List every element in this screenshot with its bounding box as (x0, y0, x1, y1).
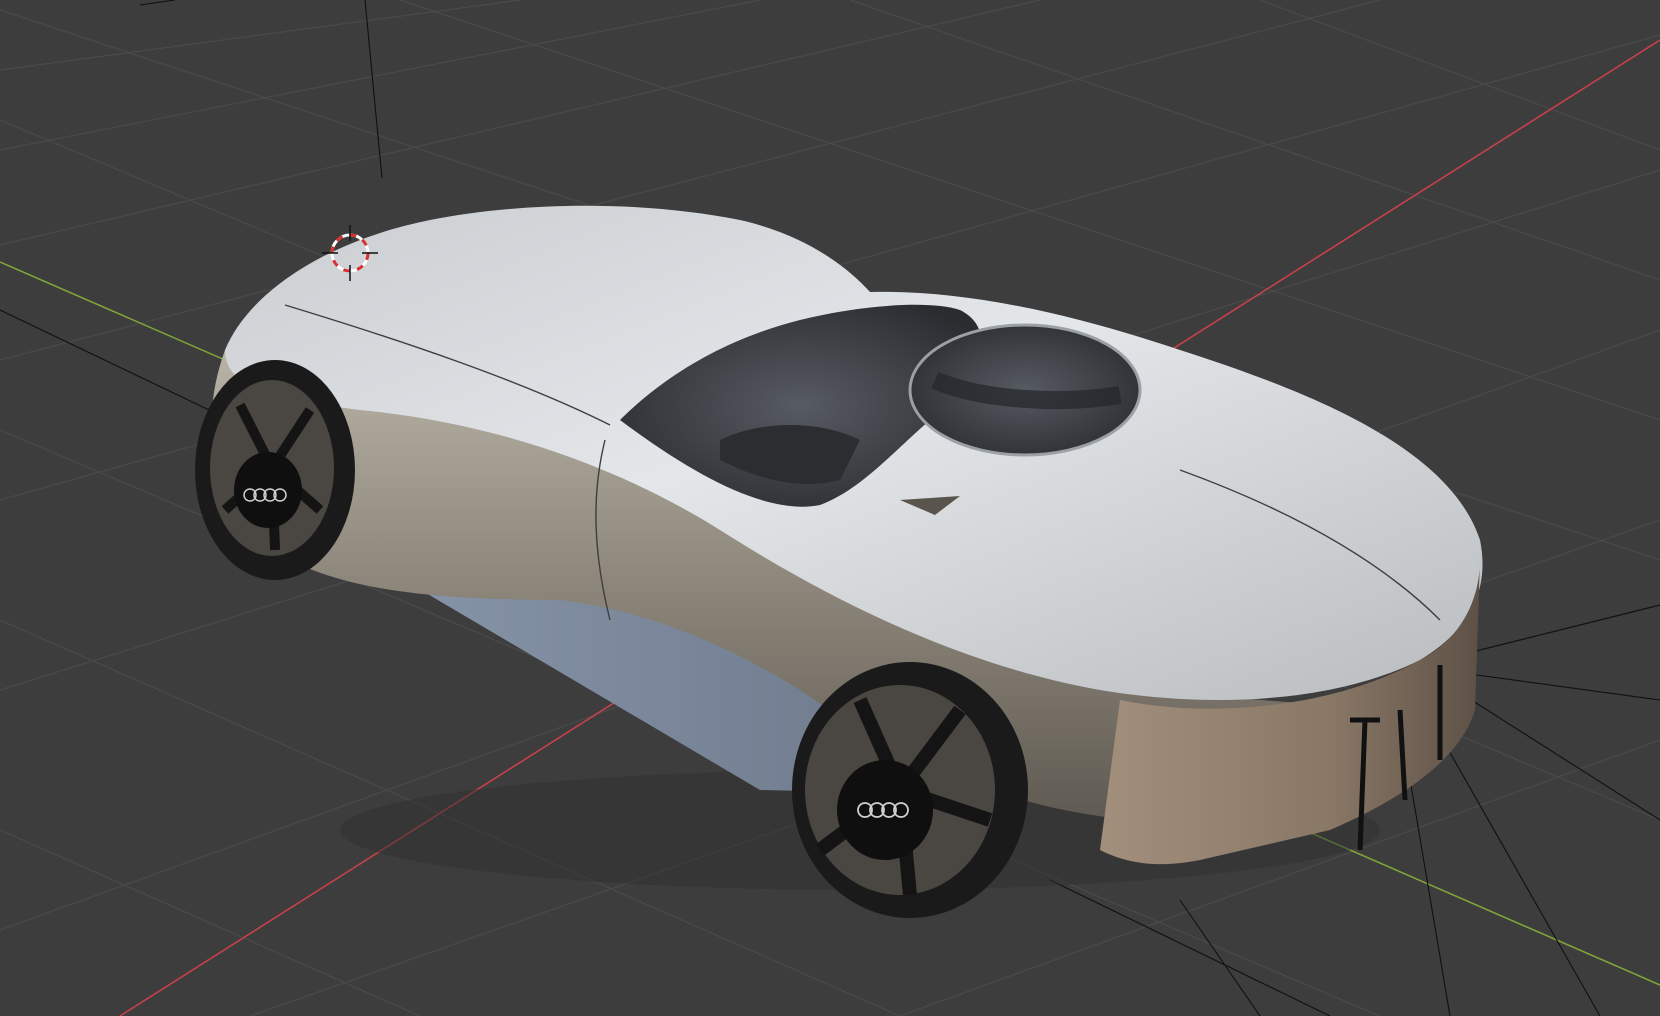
front-wheel[interactable] (195, 360, 355, 580)
car-model[interactable] (195, 205, 1483, 918)
3d-viewport[interactable] (0, 0, 1660, 1016)
rear-wheel[interactable] (792, 662, 1028, 918)
viewport-canvas[interactable] (0, 0, 1660, 1016)
